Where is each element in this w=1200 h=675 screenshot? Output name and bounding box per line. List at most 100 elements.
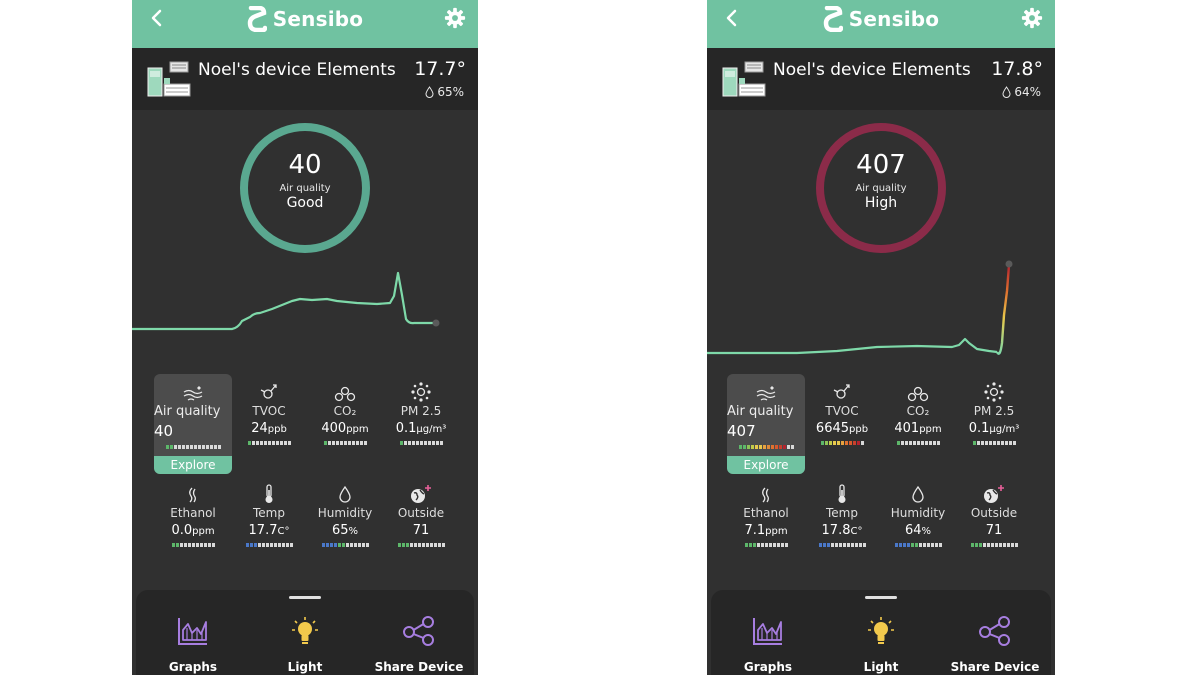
tile-value: 40 — [154, 422, 174, 440]
device-humidity: 65% — [425, 85, 464, 99]
tile-value: 0.1µg/m³ — [395, 421, 447, 436]
air-quality-tile[interactable]: Air quality 407 Explore — [727, 374, 805, 474]
tile-label: Outside — [970, 506, 1018, 520]
brand-logo: Sensibo — [132, 4, 478, 34]
air-quality-summary: 407 Air quality High — [707, 150, 1055, 211]
level-bar — [382, 543, 460, 547]
tvoc-icon — [230, 380, 308, 402]
humidity-tile[interactable]: Humidity 64% — [879, 482, 957, 547]
device-bar[interactable]: Noel's device Elements 17.7° 65% — [132, 48, 478, 110]
explore-button[interactable]: Explore — [727, 456, 805, 474]
graph-current-point — [1005, 260, 1013, 268]
level-bar — [879, 441, 957, 445]
ethanol-tile[interactable]: Ethanol 0.0ppm — [154, 482, 232, 547]
level-bar — [727, 543, 805, 547]
tile-label: TVOC — [825, 404, 859, 418]
device-humidity: 64% — [1002, 85, 1041, 99]
gear-icon[interactable] — [1021, 7, 1043, 29]
globe-plus-icon — [955, 482, 1033, 504]
tile-label: Temp — [253, 506, 285, 520]
nav-light[interactable]: Light — [250, 614, 360, 674]
sensibo-logo-icon — [247, 6, 267, 32]
tile-value: 71 — [412, 523, 430, 538]
ethanol-tile[interactable]: Ethanol 7.1ppm — [727, 482, 805, 547]
thermometer-icon — [230, 482, 308, 504]
tile-value: 64% — [904, 523, 932, 538]
air-quality-value: 407 — [856, 150, 906, 180]
air-quality-summary: 40 Air quality Good — [132, 150, 478, 211]
level-bar — [154, 543, 232, 547]
level-bar — [727, 445, 805, 449]
light-bulb-icon — [250, 614, 360, 648]
globe-plus-icon — [382, 482, 460, 504]
device-bar[interactable]: Noel's device Elements 17.8° 64% — [707, 48, 1055, 110]
bottom-nav: Graphs Light Share Device — [711, 590, 1051, 675]
sheet-handle[interactable] — [289, 596, 321, 599]
nav-graphs[interactable]: Graphs — [713, 614, 823, 674]
gear-icon[interactable] — [444, 7, 466, 29]
nav-label: Share Device — [950, 660, 1040, 674]
temp-tile[interactable]: Temp 17.8C° — [803, 482, 881, 547]
tile-value: 24ppb — [251, 421, 287, 436]
tile-label: Air quality — [727, 404, 794, 419]
tile-label: TVOC — [252, 404, 286, 418]
co2-icon — [879, 380, 957, 402]
tile-value: 407 — [727, 422, 756, 440]
tile-label: CO₂ — [333, 404, 357, 418]
device-humidity-value: 64% — [1014, 85, 1041, 99]
nav-label: Graphs — [168, 660, 218, 674]
app-header: Sensibo — [707, 0, 1055, 48]
humidity-tile[interactable]: Humidity 65% — [306, 482, 384, 547]
tile-label: CO₂ — [906, 404, 930, 418]
air-quality-value: 40 — [288, 150, 322, 180]
nav-label: Light — [863, 660, 899, 674]
droplet-icon — [879, 482, 957, 504]
light-bulb-icon — [826, 614, 936, 648]
air-quality-tile[interactable]: Air quality 40 Explore — [154, 374, 232, 474]
tile-label: Ethanol — [743, 506, 789, 520]
nav-light[interactable]: Light — [826, 614, 936, 674]
tile-label: PM 2.5 — [973, 404, 1015, 418]
phone-screen-right: Sensibo Noel's device Elements 17.8° 64%… — [707, 0, 1055, 675]
nav-share-device[interactable]: Share Device — [364, 614, 474, 674]
tile-value: 7.1ppm — [744, 523, 788, 538]
nav-label: Share Device — [374, 660, 464, 674]
device-name: Noel's device Elements — [198, 60, 396, 80]
brand-logo: Sensibo — [707, 4, 1055, 34]
sheet-handle[interactable] — [865, 596, 897, 599]
outside-tile[interactable]: Outside 71 — [955, 482, 1033, 547]
device-icon — [722, 61, 766, 97]
air-quality-graph — [132, 271, 440, 331]
brand-name: Sensibo — [848, 7, 940, 31]
graphs-icon — [138, 614, 248, 648]
nav-label: Light — [287, 660, 323, 674]
explore-button[interactable]: Explore — [154, 456, 232, 474]
level-bar — [803, 441, 881, 445]
graph-current-point — [432, 319, 440, 327]
bottom-nav: Graphs Light Share Device — [136, 590, 474, 675]
tile-label: Ethanol — [170, 506, 216, 520]
tvoc-icon — [803, 380, 881, 402]
tvoc-tile[interactable]: TVOC 24ppb — [230, 380, 308, 445]
pm25-tile[interactable]: PM 2.5 0.1µg/m³ — [955, 380, 1033, 445]
device-temperature: 17.8° — [991, 58, 1043, 80]
level-bar — [230, 543, 308, 547]
temp-tile[interactable]: Temp 17.7C° — [230, 482, 308, 547]
tvoc-tile[interactable]: TVOC 6645ppb — [803, 380, 881, 445]
tile-label: Humidity — [317, 506, 373, 520]
level-bar — [803, 543, 881, 547]
outside-tile[interactable]: Outside 71 — [382, 482, 460, 547]
ethanol-icon — [154, 482, 232, 504]
tile-value: 17.8C° — [821, 523, 863, 538]
nav-share-device[interactable]: Share Device — [940, 614, 1050, 674]
tile-value: 401ppm — [894, 421, 942, 436]
co2-tile[interactable]: CO₂ 401ppm — [879, 380, 957, 445]
tile-value: 0.0ppm — [171, 523, 215, 538]
nav-graphs[interactable]: Graphs — [138, 614, 248, 674]
tile-label: Air quality — [154, 404, 221, 419]
pm25-tile[interactable]: PM 2.5 0.1µg/m³ — [382, 380, 460, 445]
tile-label: Temp — [826, 506, 858, 520]
droplet-icon — [425, 86, 434, 98]
co2-tile[interactable]: CO₂ 400ppm — [306, 380, 384, 445]
sensibo-logo-icon — [823, 6, 843, 32]
